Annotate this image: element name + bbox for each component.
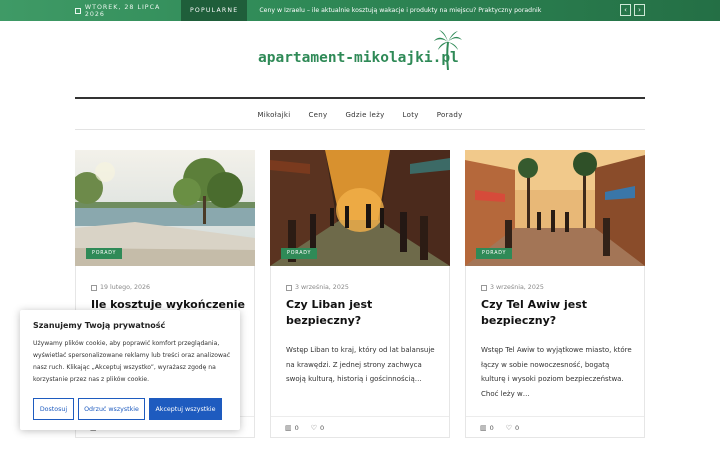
chevron-right-icon[interactable]: › xyxy=(634,4,645,16)
post-date: 3 września, 2025 xyxy=(481,284,544,291)
post-excerpt: Wstęp Tel Awiw to wyjątkowe miasto, któr… xyxy=(481,346,632,398)
heart-icon: ♡ xyxy=(310,423,318,432)
accept-all-button[interactable]: Akceptuj wszystkie xyxy=(149,398,222,420)
site-logo-text: apartament-mikolajki.pl xyxy=(258,50,459,66)
calendar-icon xyxy=(91,284,97,291)
site-logo[interactable]: apartament-mikolajki.pl xyxy=(258,30,468,75)
likes-counter[interactable]: ♡0 xyxy=(311,424,324,432)
bar-chart-icon: ▥ xyxy=(480,423,487,432)
heart-icon: ♡ xyxy=(505,423,513,432)
calendar-icon xyxy=(75,7,81,14)
stats-count: 0 xyxy=(294,423,299,432)
cookie-text: Używamy plików cookie, aby poprawić komf… xyxy=(33,340,231,383)
nav-item-loty[interactable]: Loty xyxy=(394,111,428,119)
stats-counter: ▥0 xyxy=(480,424,494,432)
nav-item-mikolajki[interactable]: Mikołajki xyxy=(248,111,299,119)
main-navigation: Mikołajki Ceny Gdzie leży Loty Porady xyxy=(75,101,645,129)
likes-count: 0 xyxy=(320,423,325,432)
calendar-icon xyxy=(286,284,292,291)
post-title[interactable]: Czy Liban jest bezpieczny? xyxy=(286,297,441,329)
post-card: PORADY 3 września, 2025 Czy Liban jest b… xyxy=(270,150,450,438)
category-badge[interactable]: PORADY xyxy=(476,248,513,259)
likes-count: 0 xyxy=(515,423,520,432)
stats-counter: ▥0 xyxy=(285,424,299,432)
ticker-controls: ‹ › xyxy=(620,4,645,16)
category-badge[interactable]: PORADY xyxy=(86,248,123,259)
nav-item-gdzie-lezy[interactable]: Gdzie leży xyxy=(336,111,393,119)
likes-counter[interactable]: ♡0 xyxy=(506,424,519,432)
customize-button[interactable]: Dostosuj xyxy=(33,398,74,420)
nav-divider-top xyxy=(75,97,645,99)
chevron-left-icon[interactable]: ‹ xyxy=(620,4,631,16)
stats-count: 0 xyxy=(489,423,494,432)
post-date: 3 września, 2025 xyxy=(286,284,349,291)
calendar-icon xyxy=(481,284,487,291)
nav-divider-bottom xyxy=(75,129,645,130)
current-date: WTOREK, 28 LIPCA 2026 xyxy=(75,0,181,21)
post-footer: ▥0 ♡0 xyxy=(466,416,644,438)
post-date-text: 3 września, 2025 xyxy=(295,284,349,291)
current-date-text: WTOREK, 28 LIPCA 2026 xyxy=(84,3,161,18)
post-footer: ▥0 ♡0 xyxy=(271,416,449,438)
cookie-actions: Dostosuj Odrzuć wszystkie Akceptuj wszys… xyxy=(33,398,222,420)
post-title[interactable]: Czy Tel Awiw jest bezpieczny? xyxy=(481,297,636,329)
cookie-title: Szanujemy Twoją prywatność xyxy=(33,321,166,330)
bar-chart-icon: ▥ xyxy=(285,423,292,432)
top-bar: WTOREK, 28 LIPCA 2026 POPULARNE Ceny w I… xyxy=(0,0,720,21)
nav-item-porady[interactable]: Porady xyxy=(428,111,472,119)
nav-item-ceny[interactable]: Ceny xyxy=(299,111,336,119)
post-date-text: 19 lutego, 2026 xyxy=(100,284,150,291)
post-card: PORADY 3 września, 2025 Czy Tel Awiw jes… xyxy=(465,150,645,438)
popular-label: POPULARNE xyxy=(181,0,248,21)
post-excerpt: Wstęp Liban to kraj, który od lat balans… xyxy=(286,346,435,383)
palm-tree-icon xyxy=(434,30,462,70)
post-date: 19 lutego, 2026 xyxy=(91,284,150,291)
news-ticker-link[interactable]: Ceny w Izraelu – ile aktualnie kosztują … xyxy=(259,7,541,14)
reject-all-button[interactable]: Odrzuć wszystkie xyxy=(78,398,145,420)
category-badge[interactable]: PORADY xyxy=(281,248,318,259)
post-date-text: 3 września, 2025 xyxy=(490,284,544,291)
cookie-consent-dialog: Szanujemy Twoją prywatność Używamy plikó… xyxy=(20,310,240,430)
